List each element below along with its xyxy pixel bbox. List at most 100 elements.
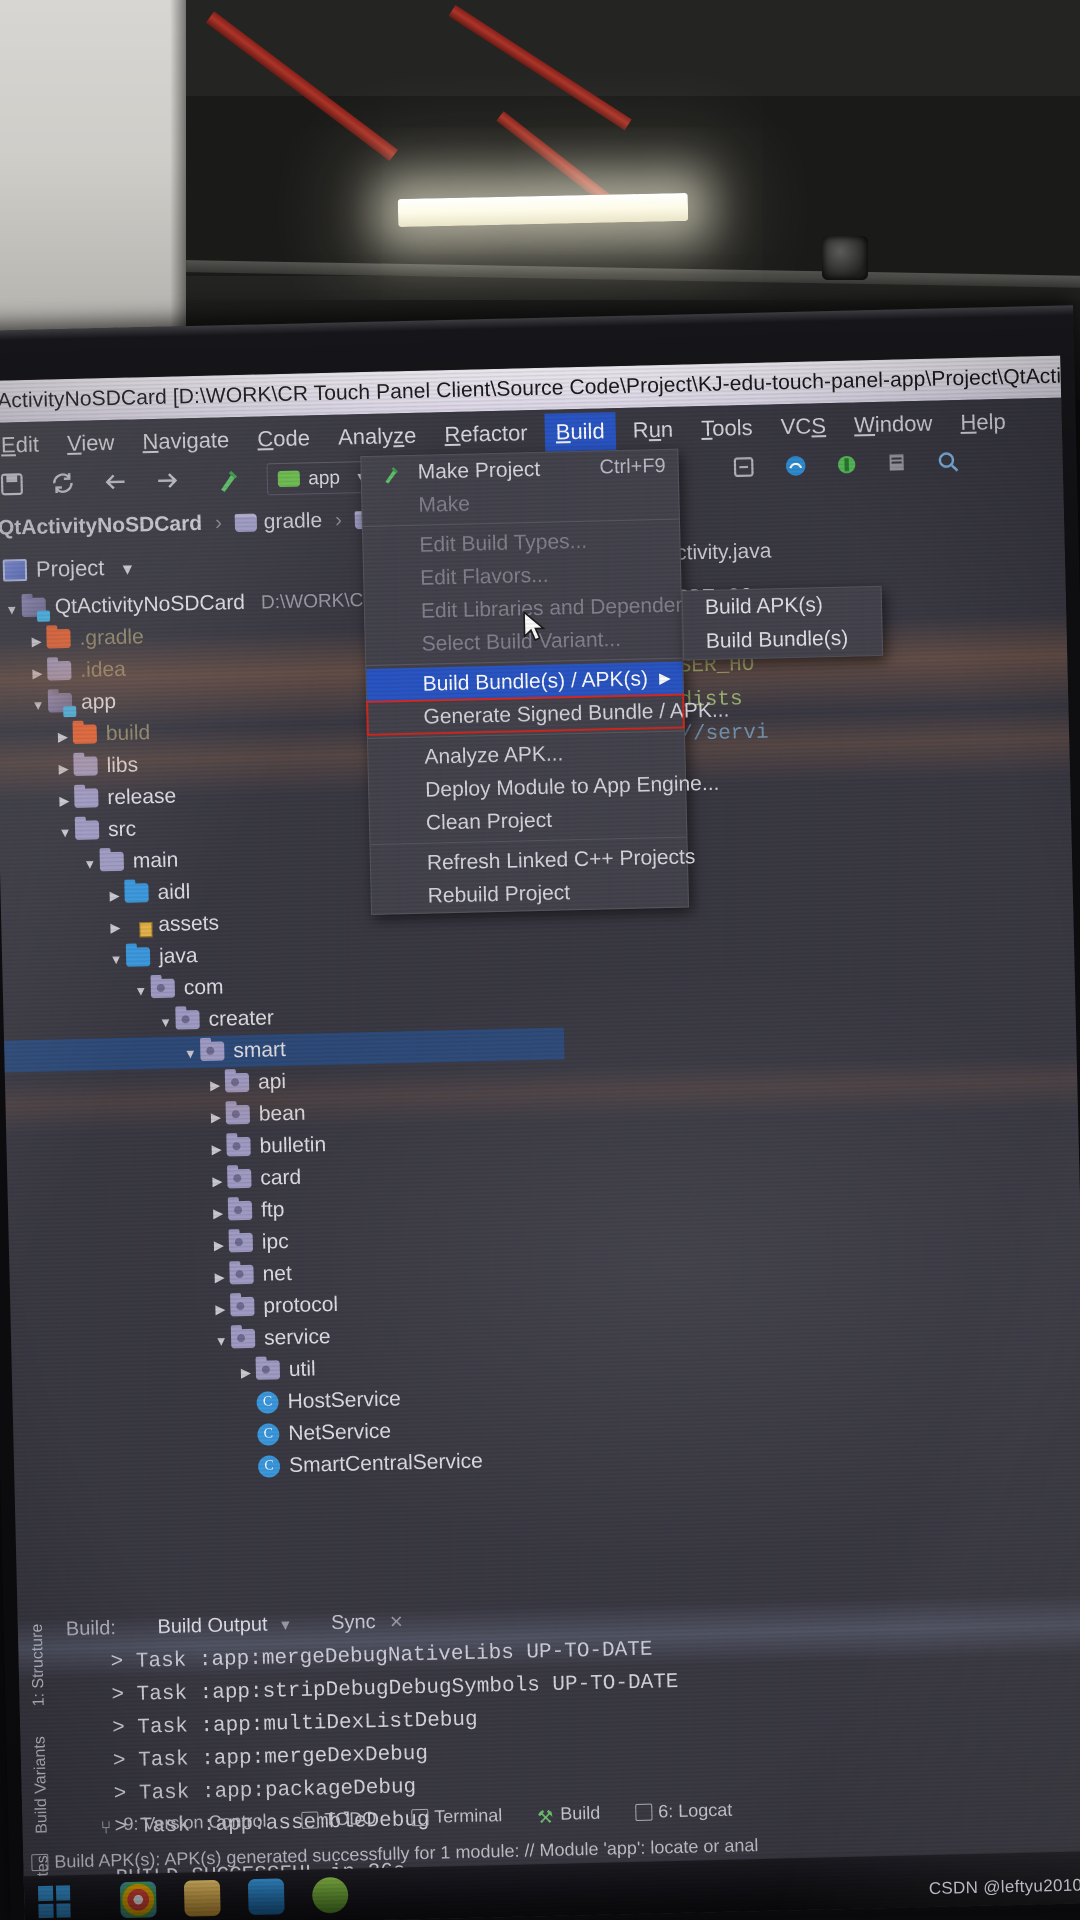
- build-menu-item-label: Build Bundle(s) / APK(s): [422, 667, 649, 696]
- build-submenu-item[interactable]: Build Bundle(s): [683, 621, 882, 660]
- chevron-down-icon[interactable]: ▼: [119, 548, 136, 592]
- menu-run[interactable]: Run: [621, 410, 684, 449]
- twisty-closed-icon[interactable]: ▶: [206, 1133, 227, 1165]
- close-icon[interactable]: ✕: [389, 1612, 404, 1631]
- forward-arrow-icon[interactable]: [152, 467, 187, 498]
- pkg-folder-icon: [225, 1104, 251, 1125]
- terminal-icon: [411, 1808, 429, 1827]
- status-todo[interactable]: TODO: [301, 1808, 376, 1831]
- menu-tools[interactable]: Tools: [690, 409, 764, 449]
- menu-help[interactable]: Help: [949, 403, 1017, 443]
- profiler-icon[interactable]: [782, 452, 817, 483]
- twisty-closed-icon[interactable]: ▶: [54, 785, 75, 817]
- build-menu-item[interactable]: Rebuild Project: [371, 874, 688, 914]
- twisty-open-icon[interactable]: ▼: [131, 975, 152, 1007]
- android-studio-icon[interactable]: [311, 1876, 349, 1914]
- tree-row-label: net: [262, 1261, 293, 1286]
- chrome-icon[interactable]: [119, 1881, 157, 1919]
- twisty-open-icon[interactable]: ▼: [106, 944, 127, 976]
- start-button[interactable]: [37, 1885, 71, 1919]
- build-menu-item[interactable]: Clean Project: [370, 801, 687, 841]
- project-icon: [2, 558, 28, 582]
- pkg-folder-icon: [224, 1072, 250, 1093]
- menu-analyze[interactable]: Analyze: [327, 417, 428, 457]
- build-bundle-apk-submenu[interactable]: Build APK(s) Build Bundle(s): [681, 585, 884, 661]
- twisty-open-icon[interactable]: ▼: [180, 1038, 201, 1070]
- menu-code[interactable]: Code: [246, 419, 321, 459]
- logcat-icon: [635, 1803, 653, 1821]
- breadcrumb-item-1[interactable]: gradle: [263, 509, 322, 533]
- watermark: CSDN @leftyu2010: [928, 1875, 1080, 1899]
- tab-build-output[interactable]: Build Output: [157, 1607, 268, 1646]
- tree-row-label: card: [260, 1165, 302, 1190]
- twisty-closed-icon[interactable]: ▶: [209, 1229, 230, 1261]
- twisty-open-icon[interactable]: ▼: [1, 594, 22, 626]
- rail-item-structure[interactable]: 1: Structure: [28, 1605, 49, 1725]
- pkg-folder-icon: [227, 1200, 253, 1221]
- menu-build[interactable]: Build: [544, 412, 617, 452]
- menu-window[interactable]: Window: [843, 404, 944, 444]
- twisty-closed-icon[interactable]: ▶: [210, 1293, 231, 1325]
- twisty-closed-icon[interactable]: ▶: [205, 1069, 226, 1101]
- twisty-closed-icon[interactable]: ▶: [26, 626, 47, 658]
- twisty-open-icon[interactable]: ▼: [211, 1325, 232, 1357]
- back-arrow-icon[interactable]: [101, 468, 136, 499]
- menu-navigate[interactable]: Navigate: [131, 421, 241, 462]
- tab-sync[interactable]: Sync: [331, 1604, 376, 1641]
- file-explorer-icon[interactable]: [183, 1879, 221, 1917]
- twisty-closed-icon[interactable]: ▶: [207, 1165, 228, 1197]
- build-submenu-item-label: Build Bundle(s): [705, 626, 849, 654]
- build-menu-item-label: Generate Signed Bundle / APK...: [423, 698, 730, 729]
- tree-row-label: main: [132, 848, 179, 873]
- twisty-closed-icon[interactable]: ▶: [208, 1197, 229, 1229]
- twisty-closed-icon[interactable]: ▶: [236, 1357, 257, 1389]
- twisty-closed-icon[interactable]: ▶: [104, 880, 125, 912]
- build-menu-item-label: Edit Flavors...: [419, 563, 549, 590]
- sync-icon[interactable]: [50, 470, 85, 501]
- breadcrumb-item-0[interactable]: QtActivityNoSDCard: [0, 512, 202, 540]
- pkg-folder-icon: [226, 1136, 251, 1157]
- layout-inspector-icon[interactable]: [884, 450, 919, 481]
- menu-view[interactable]: View: [56, 424, 126, 464]
- save-icon[interactable]: [0, 471, 33, 502]
- make-project-icon[interactable]: [214, 466, 249, 497]
- twisty-closed-icon[interactable]: ▶: [52, 721, 73, 753]
- twisty-open-icon[interactable]: ▼: [28, 690, 49, 722]
- twisty-closed-icon[interactable]: ▶: [105, 912, 126, 944]
- build-menu-popup[interactable]: Make Project Ctrl+F9 Make Edit Build Types.…: [360, 448, 742, 915]
- tree-row-label: protocol: [263, 1292, 339, 1318]
- chevron-down-icon[interactable]: ▾: [281, 1615, 290, 1634]
- tree-row-label: com: [183, 975, 224, 1000]
- status-version-control[interactable]: ⑂ 9: Version Control: [100, 1811, 267, 1838]
- info-icon: [31, 1853, 49, 1872]
- sdk-manager-icon[interactable]: [833, 451, 868, 482]
- build-menu-item-label: Make Project: [417, 457, 541, 484]
- twisty-closed-icon[interactable]: ▶: [206, 1101, 227, 1133]
- twisty-open-icon[interactable]: ▼: [155, 1007, 176, 1039]
- avd-manager-icon[interactable]: [731, 454, 766, 485]
- status-logcat[interactable]: 6: Logcat: [635, 1800, 733, 1823]
- build-menu-item-label: Edit Build Types...: [419, 529, 588, 557]
- menu-edit[interactable]: Edit: [0, 425, 50, 464]
- twisty-open-icon[interactable]: ▼: [55, 817, 76, 849]
- tree-row-label: QtActivityNoSDCard: [54, 590, 246, 619]
- twisty-closed-icon[interactable]: ▶: [27, 658, 48, 690]
- monitor-bezel: QtActivityNoSDCard [D:\WORK\CR Touch Pan…: [0, 305, 1080, 1920]
- module-folder-icon: [21, 597, 47, 618]
- menu-refactor[interactable]: Refactor: [433, 414, 539, 454]
- status-terminal[interactable]: Terminal: [411, 1805, 503, 1828]
- twisty-open-icon[interactable]: ▼: [80, 848, 101, 880]
- status-build[interactable]: ⚒ Build: [537, 1803, 601, 1827]
- java-class-icon: [256, 1391, 279, 1414]
- pkg-folder-icon: [229, 1264, 254, 1285]
- build-submenu-item[interactable]: Build APK(s): [683, 587, 882, 626]
- search-icon[interactable]: [936, 449, 971, 480]
- build-menu-item[interactable]: Generate Signed Bundle / APK...: [366, 693, 730, 737]
- menu-vcs[interactable]: VCS: [769, 407, 837, 447]
- tree-row-label: .gradle: [79, 625, 145, 650]
- mouse-cursor: [522, 610, 549, 652]
- twisty-closed-icon[interactable]: ▶: [53, 753, 74, 785]
- app-icon[interactable]: [247, 1878, 285, 1916]
- android-module-icon: [278, 470, 301, 488]
- twisty-closed-icon[interactable]: ▶: [209, 1261, 230, 1293]
